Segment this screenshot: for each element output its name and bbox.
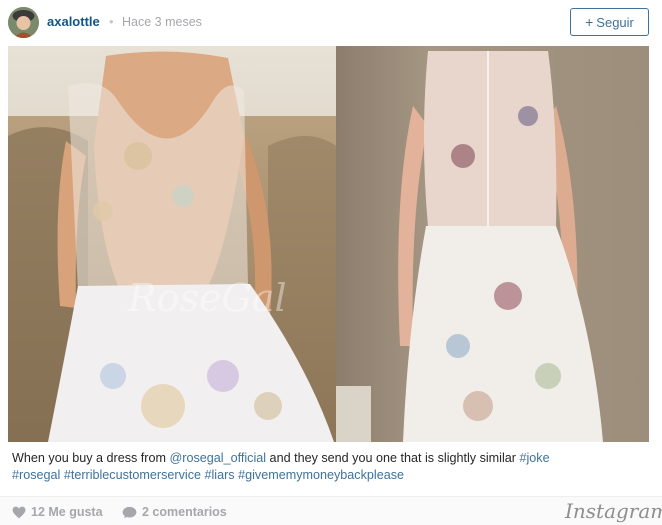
follow-label: Seguir (596, 14, 634, 30)
post-footer: 12 Me gusta 2 comentarios Instagram (0, 496, 662, 525)
likes-count[interactable]: 12 Me gusta (12, 505, 103, 519)
post-time[interactable]: Hace 3 meses (122, 15, 202, 29)
left-photo-panel: RoseGal (8, 46, 336, 442)
username-link[interactable]: axalottle (47, 14, 100, 29)
comment-icon (122, 506, 137, 518)
hashtag-link[interactable]: #terriblecustomerservice (64, 468, 201, 482)
likes-label: 12 Me gusta (31, 505, 103, 519)
instagram-logo[interactable]: Instagram (565, 499, 662, 523)
hashtag-link[interactable]: #givememymoneybackplease (238, 468, 404, 482)
post-header: axalottle • Hace 3 meses + Seguir (0, 0, 662, 46)
caption-text-2: and they send you one that is slightly s… (266, 451, 520, 465)
comments-label: 2 comentarios (142, 505, 227, 519)
right-photo-panel (336, 46, 649, 442)
hashtag-link[interactable]: #liars (205, 468, 235, 482)
separator-dot: • (109, 14, 114, 29)
caption-text-1: When you buy a dress from (12, 451, 170, 465)
plus-icon: + (585, 14, 594, 30)
post-caption: When you buy a dress from @rosegal_offic… (12, 450, 652, 484)
avatar[interactable] (8, 7, 39, 38)
post-photo[interactable]: RoseGal (8, 46, 649, 442)
hashtag-link[interactable]: #rosegal (12, 468, 60, 482)
comments-count[interactable]: 2 comentarios (122, 505, 227, 519)
hashtag-link[interactable]: #joke (519, 451, 549, 465)
mention-link[interactable]: @rosegal_official (170, 451, 267, 465)
follow-button[interactable]: + Seguir (570, 8, 649, 36)
watermark-text: RoseGal (127, 276, 287, 320)
heart-icon (12, 506, 26, 518)
